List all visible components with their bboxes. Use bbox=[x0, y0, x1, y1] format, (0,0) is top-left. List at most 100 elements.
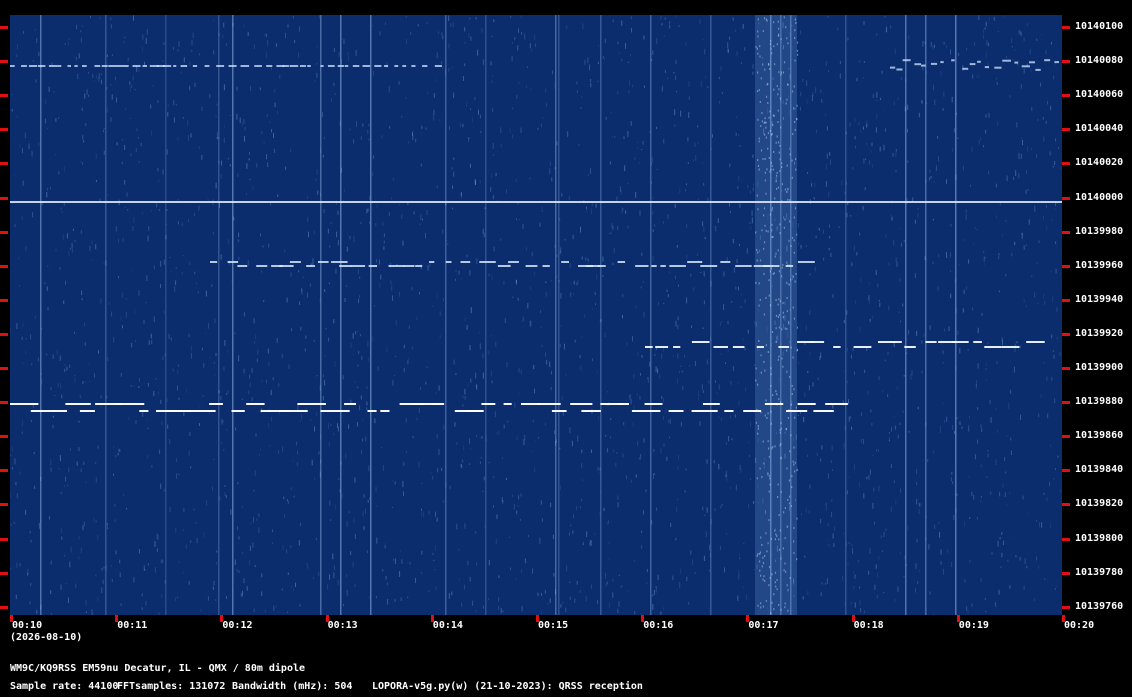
noise-speck bbox=[14, 458, 16, 465]
noise-band-speck bbox=[762, 30, 764, 33]
noise-speck bbox=[740, 62, 742, 65]
noise-speck bbox=[559, 485, 561, 491]
noise-speck bbox=[966, 606, 968, 611]
noise-speck bbox=[1009, 585, 1011, 589]
noise-band-speck bbox=[763, 17, 766, 20]
noise-speck bbox=[282, 545, 284, 550]
noise-speck bbox=[863, 61, 865, 63]
noise-speck bbox=[984, 27, 986, 30]
noise-speck bbox=[1000, 566, 1002, 568]
noise-speck bbox=[461, 278, 463, 281]
noise-speck bbox=[474, 179, 476, 185]
noise-speck bbox=[1018, 153, 1020, 159]
noise-speck bbox=[291, 586, 292, 588]
noise-speck bbox=[94, 79, 96, 81]
noise-speck bbox=[243, 312, 245, 317]
noise-band-speck bbox=[790, 245, 792, 247]
noise-speck bbox=[869, 160, 871, 165]
noise-speck bbox=[458, 549, 460, 551]
noise-band-speck bbox=[795, 272, 797, 275]
noise-band-speck bbox=[757, 164, 760, 167]
noise-speck bbox=[369, 497, 370, 500]
noise-speck bbox=[180, 71, 182, 74]
noise-band-speck bbox=[761, 544, 763, 546]
noise-speck bbox=[238, 232, 240, 238]
noise-band-speck bbox=[776, 85, 778, 88]
noise-speck bbox=[520, 369, 522, 374]
noise-speck bbox=[380, 274, 382, 280]
noise-speck bbox=[753, 501, 755, 505]
noise-speck bbox=[1040, 82, 1041, 87]
noise-speck bbox=[103, 129, 104, 133]
noise-speck bbox=[802, 79, 804, 82]
noise-speck bbox=[1021, 137, 1023, 139]
noise-speck bbox=[247, 32, 249, 36]
noise-speck bbox=[965, 209, 967, 214]
noise-band-speck bbox=[794, 461, 796, 464]
noise-speck bbox=[997, 30, 999, 33]
noise-speck bbox=[807, 172, 809, 174]
noise-speck bbox=[136, 66, 138, 72]
noise-speck bbox=[878, 299, 880, 302]
noise-speck bbox=[261, 591, 263, 596]
noise-speck bbox=[1050, 105, 1052, 111]
signal-dash bbox=[297, 403, 326, 405]
noise-speck bbox=[213, 458, 215, 461]
noise-speck bbox=[829, 224, 830, 228]
noise-speck bbox=[488, 559, 490, 566]
noise-band-speck bbox=[769, 68, 771, 70]
noise-speck bbox=[893, 480, 895, 484]
signal-dash bbox=[1026, 341, 1045, 343]
noise-speck bbox=[1053, 354, 1055, 359]
noise-speck bbox=[675, 538, 677, 541]
noise-speck bbox=[630, 399, 632, 405]
noise-speck bbox=[398, 204, 400, 206]
noise-speck bbox=[138, 161, 140, 163]
noise-speck bbox=[392, 295, 393, 301]
noise-speck bbox=[950, 223, 952, 227]
noise-speck bbox=[278, 449, 280, 454]
noise-speck bbox=[718, 384, 720, 390]
noise-speck bbox=[353, 139, 355, 144]
signal-dash bbox=[79, 410, 95, 412]
noise-speck bbox=[1047, 413, 1049, 419]
noise-speck bbox=[883, 144, 885, 151]
noise-speck bbox=[903, 240, 905, 242]
noise-speck bbox=[177, 385, 178, 391]
noise-speck bbox=[363, 526, 365, 531]
noise-speck bbox=[921, 371, 923, 374]
noise-speck bbox=[901, 303, 903, 306]
noise-speck bbox=[449, 126, 450, 130]
signal-dash bbox=[720, 261, 731, 263]
noise-speck bbox=[876, 594, 878, 599]
noise-speck bbox=[609, 161, 611, 165]
noise-speck bbox=[374, 418, 376, 424]
noise-speck bbox=[675, 320, 677, 327]
noise-speck bbox=[258, 513, 260, 517]
noise-band-speck bbox=[756, 477, 758, 480]
signal-dash bbox=[339, 265, 352, 267]
noise-speck bbox=[677, 588, 679, 590]
noise-speck bbox=[213, 362, 215, 364]
noise-speck bbox=[855, 145, 856, 149]
noise-speck bbox=[256, 518, 258, 521]
noise-speck bbox=[662, 84, 664, 91]
noise-speck bbox=[66, 233, 68, 239]
noise-speck bbox=[530, 286, 531, 290]
noise-speck bbox=[65, 476, 67, 482]
noise-speck bbox=[728, 436, 730, 442]
noise-speck bbox=[569, 532, 570, 536]
impulse-line bbox=[320, 15, 322, 615]
noise-speck bbox=[706, 507, 708, 513]
noise-speck bbox=[957, 137, 959, 139]
freq-tick-left bbox=[0, 503, 8, 507]
noise-speck bbox=[91, 259, 93, 261]
noise-speck bbox=[633, 560, 635, 562]
noise-speck bbox=[173, 117, 175, 123]
noise-speck bbox=[492, 143, 494, 149]
noise-speck bbox=[80, 547, 82, 554]
noise-speck bbox=[211, 284, 213, 288]
noise-speck bbox=[215, 561, 217, 565]
noise-speck bbox=[354, 477, 356, 483]
noise-speck bbox=[190, 540, 192, 543]
